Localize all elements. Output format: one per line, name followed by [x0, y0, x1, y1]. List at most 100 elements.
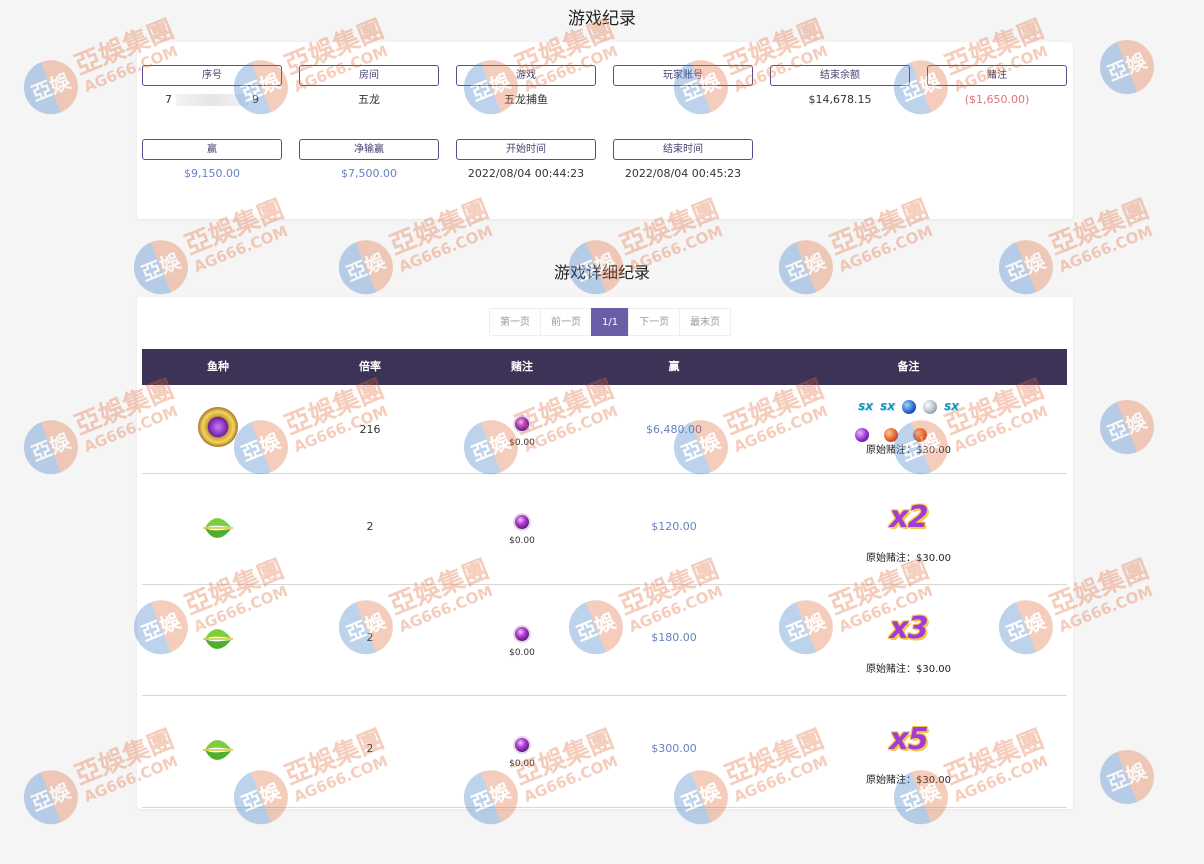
bet-cell: $0.00	[446, 625, 598, 658]
multiplier-cell: 2	[366, 631, 374, 644]
field-value: $9,150.00	[184, 167, 240, 180]
field-end-time: 结束时间 2022/08/04 00:45:23	[613, 139, 753, 182]
field-net-win: 净输赢 $7,500.00	[299, 139, 439, 182]
field-value: $7,500.00	[341, 167, 397, 180]
field-label: 净输赢	[299, 139, 439, 160]
purple-orb-icon	[855, 428, 869, 442]
original-bet-note: 原始赌注：$30.00	[866, 553, 951, 564]
next-page-button[interactable]: 下一页	[628, 308, 681, 336]
detail-title: 游戏详细纪录	[553, 263, 650, 282]
field-value: 79	[142, 92, 282, 108]
field-label: 序号	[142, 65, 282, 86]
field-game: 游戏 五龙捕鱼	[456, 65, 596, 108]
table-row: 2 $0.00 $120.00 x2 原始赌注：$30.00	[142, 474, 1067, 585]
redacted-block	[176, 94, 248, 106]
bet-amount: $0.00	[509, 759, 535, 769]
summary-card: 序号 79 房间 五龙 游戏 五龙捕鱼 玩家账号 结束余额 $14,678.15…	[137, 42, 1073, 219]
header-fish: 鱼种	[207, 360, 229, 373]
field-win: 赢 $9,150.00	[142, 139, 282, 182]
field-value: 2022/08/04 00:44:23	[467, 167, 585, 180]
prev-page-button[interactable]: 前一页	[540, 308, 592, 336]
field-label: 赌注	[927, 65, 1067, 86]
watermark-logo-icon: 亞娛	[15, 52, 87, 123]
field-value	[613, 92, 753, 108]
field-label: 结束余额	[770, 65, 910, 86]
header-note: 备注	[897, 360, 920, 373]
current-page[interactable]: 1/1	[591, 308, 630, 336]
bet-amount: $0.00	[509, 438, 535, 448]
blue-orb-icon	[901, 400, 916, 414]
original-bet-note: 原始赌注：$30.00	[866, 664, 951, 675]
field-label: 赢	[142, 139, 282, 160]
field-label: 游戏	[456, 65, 596, 86]
field-label: 房间	[299, 65, 439, 86]
table-row: 2 $0.00 $180.00 x3 原始赌注：$30.00	[142, 585, 1067, 696]
win-cell: $300.00	[651, 742, 697, 755]
bet-chip-icon	[513, 736, 531, 754]
silver-orb-icon	[922, 400, 937, 414]
win-cell: $6,480.00	[646, 423, 702, 436]
win-cell: $180.00	[651, 631, 697, 644]
watermark-logo: 亞娛亞娛集團AG666.COM	[1091, 741, 1163, 813]
bet-amount: $0.00	[509, 648, 535, 658]
bet-chip-icon	[513, 625, 531, 643]
field-label: 开始时间	[456, 139, 596, 160]
green-feather-icon	[203, 740, 233, 760]
note-cell: x2 原始赌注：$30.00	[750, 500, 1067, 564]
note-cell: x3 原始赌注：$30.00	[750, 611, 1067, 675]
table-row: 216 $0.00 $6,480.00 SX SX SX 原始赌注：$30.00	[142, 385, 1067, 474]
bet-amount: $0.00	[509, 536, 535, 546]
watermark-logo: 亞娛亞娛集團AG666.COM	[1091, 391, 1163, 463]
note-cell: SX SX SX 原始赌注：$30.00	[750, 399, 1067, 456]
header-win: 赢	[668, 360, 680, 373]
field-value: 2022/08/04 00:45:23	[624, 167, 742, 180]
bet-chip-icon	[513, 415, 531, 433]
watermark-logo: 亞娛亞娛集團AG666.COM	[1091, 31, 1163, 103]
field-room: 房间 五龙	[299, 65, 439, 108]
multiplier-badge: x2	[889, 500, 928, 535]
field-label: 结束时间	[613, 139, 753, 160]
header-multiplier: 倍率	[359, 360, 381, 373]
watermark-logo-icon: 亞娛	[1091, 391, 1163, 463]
multiplier-cell: 2	[366, 520, 374, 533]
note-cell: x5 原始赌注：$30.00	[750, 722, 1067, 786]
field-value: ($1,650.00)	[964, 93, 1030, 106]
first-page-button[interactable]: 第一页	[489, 308, 541, 336]
multiplier-badge: x3	[889, 611, 928, 646]
fish-cell	[142, 407, 294, 447]
serial-suffix: 9	[252, 93, 259, 106]
field-label: 玩家账号	[613, 65, 753, 86]
watermark-logo-icon: 亞娛	[15, 412, 87, 483]
detail-card: 第一页 前一页 1/1 下一页 最末页 鱼种 倍率 赌注 赢 备注 216 $0…	[137, 297, 1073, 809]
golden-dragon-orb-icon	[198, 407, 238, 447]
fish-cell	[142, 732, 294, 771]
field-value: $14,678.15	[808, 93, 872, 106]
green-feather-icon	[203, 518, 233, 538]
bet-cell: $0.00	[446, 513, 598, 546]
table-row: 2 $0.00 $300.00 x5 原始赌注：$30.00	[142, 696, 1067, 808]
field-value: 五龙	[358, 93, 380, 106]
bet-cell: $0.00	[446, 415, 598, 448]
serial-prefix: 7	[165, 93, 172, 106]
symbol-row-top: SX SX SX	[750, 399, 1067, 415]
bet-chip-icon	[513, 513, 531, 531]
pagination: 第一页 前一页 1/1 下一页 最末页	[489, 308, 732, 336]
table-header: 鱼种 倍率 赌注 赢 备注	[142, 349, 1067, 385]
multiplier-cell: 216	[359, 423, 381, 436]
bet-cell: $0.00	[446, 736, 598, 769]
field-start-time: 开始时间 2022/08/04 00:44:23	[456, 139, 596, 182]
page-title: 游戏纪录	[568, 9, 636, 29]
watermark-logo-icon: 亞娛	[15, 762, 87, 833]
last-page-button[interactable]: 最末页	[679, 308, 732, 336]
watermark-logo-icon: 亞娛	[1091, 31, 1163, 103]
fish-cell	[142, 510, 294, 549]
orange-orb-icon	[913, 428, 927, 442]
field-bet: 赌注 ($1,650.00)	[927, 65, 1067, 108]
multiplier-badge: x5	[889, 722, 928, 757]
watermark-logo-icon: 亞娛	[1091, 741, 1163, 813]
sx-symbol-icon: SX	[880, 401, 895, 413]
sx-symbol-icon: SX	[858, 401, 874, 413]
fish-cell	[142, 621, 294, 660]
original-bet-note: 原始赌注：$30.00	[866, 445, 951, 456]
sx-symbol-icon: SX	[943, 401, 959, 413]
